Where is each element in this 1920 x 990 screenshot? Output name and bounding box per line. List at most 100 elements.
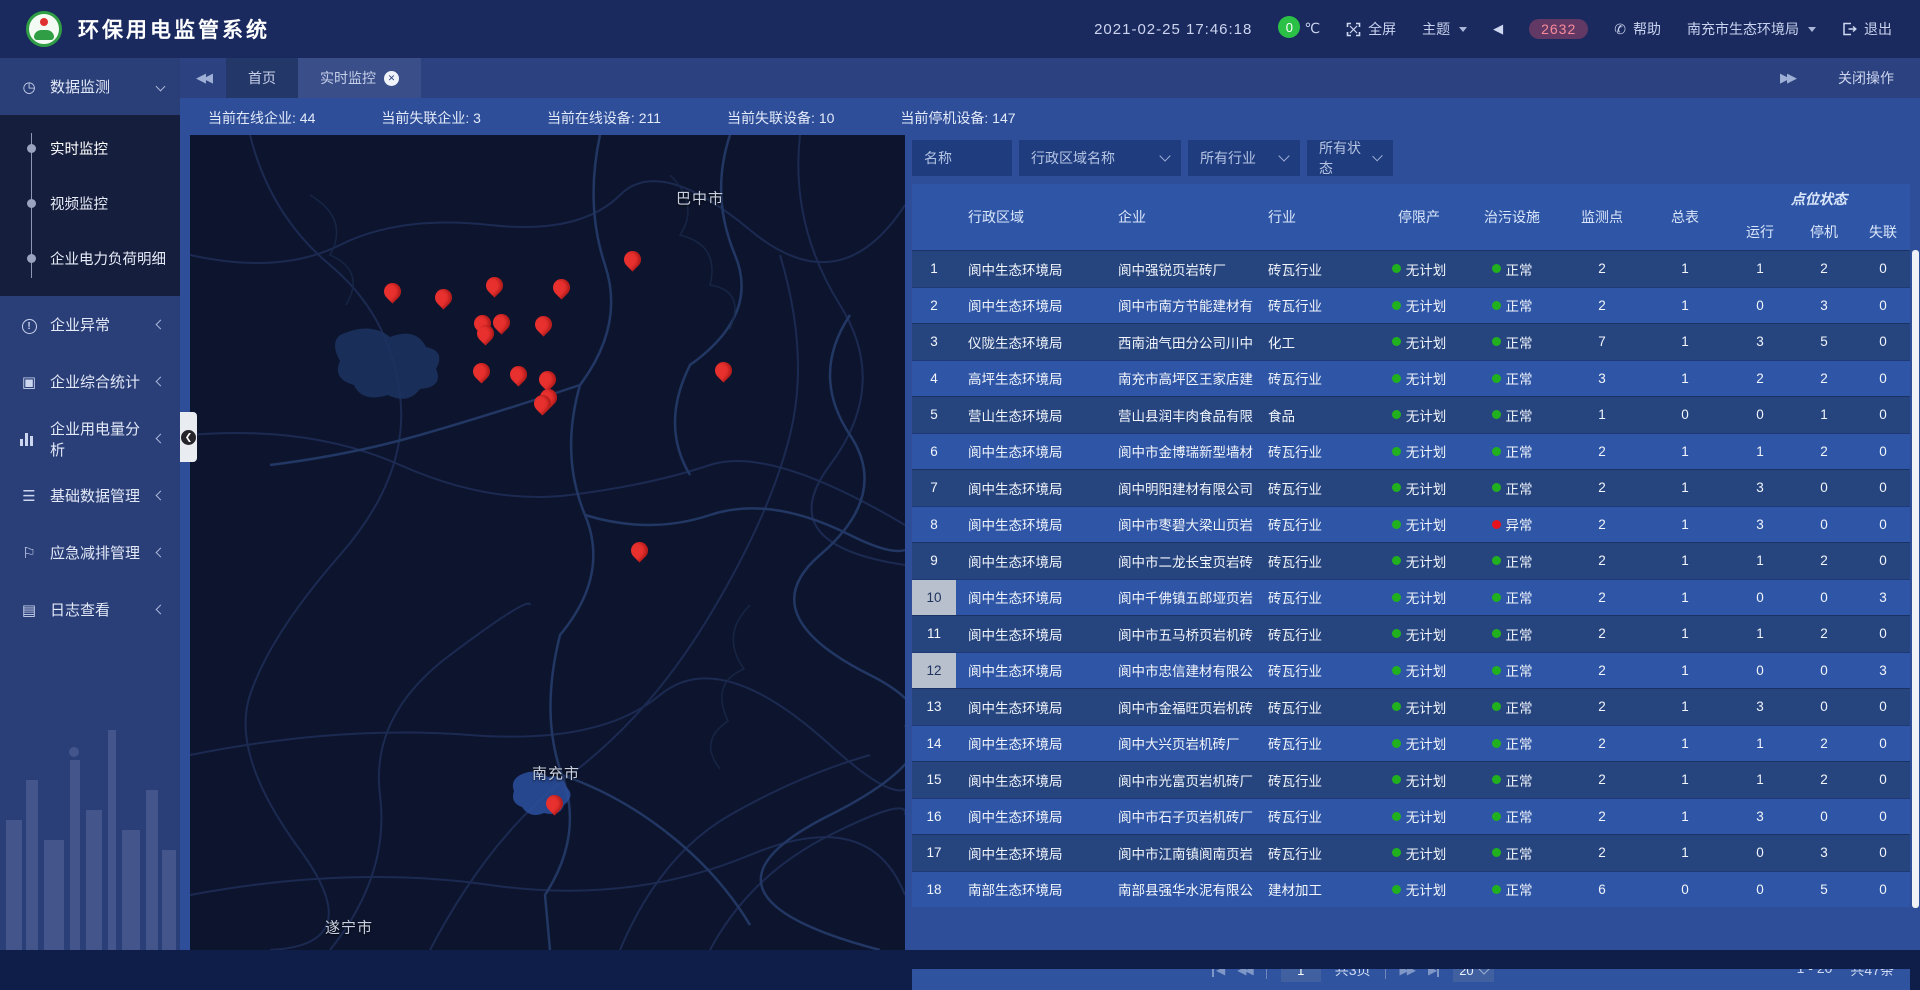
col-header-monitor[interactable]: 监测点: [1562, 184, 1642, 250]
name-filter-input[interactable]: 名称: [912, 140, 1012, 176]
table-row[interactable]: 17阆中生态环境局阆中市江南镇阆南页岩砖瓦行业无计划正常21030: [912, 834, 1910, 871]
status-dot-green: [1392, 410, 1401, 419]
table-row[interactable]: 18南部生态环境局南部县强华水泥有限公建材加工无计划正常60050: [912, 871, 1910, 908]
cell-total-meter: 1: [1642, 251, 1728, 287]
close-operations-button[interactable]: 关闭操作: [1838, 68, 1894, 88]
cell-run-count: 3: [1728, 689, 1792, 725]
mute-speaker-icon[interactable]: ◀: [1493, 21, 1503, 37]
submenu-item-视频监控[interactable]: 视频监控: [0, 176, 180, 231]
tab-实时监控[interactable]: 实时监控✕: [298, 58, 421, 98]
col-header-facility[interactable]: 治污设施: [1462, 184, 1562, 250]
sidebar-item-企业用电量分析[interactable]: 企业用电量分析: [0, 410, 180, 467]
cell-stop-status: 无计划: [1376, 726, 1462, 762]
sidebar-item-企业异常[interactable]: !企业异常: [0, 296, 180, 353]
col-header-region[interactable]: 行政区域: [956, 184, 1106, 250]
status-dot-green: [1492, 337, 1501, 346]
table-row[interactable]: 9阆中生态环境局阆中市二龙长宝页岩砖砖瓦行业无计划正常21120: [912, 542, 1910, 579]
table-row[interactable]: 7阆中生态环境局阆中明阳建材有限公司砖瓦行业无计划正常21300: [912, 469, 1910, 506]
status-filter-select[interactable]: 所有状态: [1307, 140, 1393, 176]
cell-stop-status: 无计划: [1376, 799, 1462, 835]
cell-monitor-count: 2: [1562, 799, 1642, 835]
row-number: 15: [912, 762, 956, 798]
submenu-item-实时监控[interactable]: 实时监控: [0, 121, 180, 176]
cell-monitor-count: 2: [1562, 689, 1642, 725]
col-header-industry[interactable]: 行业: [1256, 184, 1376, 250]
logout-button[interactable]: 退出: [1842, 19, 1892, 39]
theme-dropdown[interactable]: 主题: [1422, 19, 1467, 39]
cell-lost-count: 0: [1856, 689, 1910, 725]
table-row[interactable]: 12阆中生态环境局阆中市忠信建材有限公砖瓦行业无计划正常21003: [912, 652, 1910, 689]
col-header-stop[interactable]: 停限产: [1376, 184, 1462, 250]
status-dot-green: [1492, 702, 1501, 711]
stat-当前停机设备: 当前停机设备: 147: [900, 108, 1015, 128]
cell-stop-status: 无计划: [1376, 835, 1462, 871]
cell-company: 阆中市金福旺页岩机砖: [1106, 689, 1256, 725]
cell-lost-count: 0: [1856, 872, 1910, 908]
tabs-scroll-right-button[interactable]: ▶▶: [1764, 70, 1810, 86]
col-header-run[interactable]: 运行: [1728, 214, 1792, 250]
sidebar-item-日志查看[interactable]: ▤日志查看: [0, 581, 180, 638]
table-row[interactable]: 4高坪生态环境局南充市高坪区王家店建砖瓦行业无计划正常31220: [912, 360, 1910, 397]
city-label-遂宁市: 遂宁市: [325, 917, 373, 938]
cell-lost-count: 0: [1856, 762, 1910, 798]
industry-filter-select[interactable]: 所有行业: [1188, 140, 1300, 176]
col-group-point-status: 点位状态 运行 停机 失联: [1728, 184, 1910, 250]
cell-company: 南充市高坪区王家店建: [1106, 361, 1256, 397]
tab-首页[interactable]: 首页: [226, 58, 298, 98]
fullscreen-button[interactable]: 全屏: [1346, 19, 1396, 39]
notification-count-badge[interactable]: 2632: [1529, 19, 1588, 39]
table-row[interactable]: 14阆中生态环境局阆中大兴页岩机砖厂砖瓦行业无计划正常21120: [912, 725, 1910, 762]
col-header-total[interactable]: 总表: [1642, 184, 1728, 250]
help-button[interactable]: ✆ 帮助: [1614, 19, 1661, 39]
table-row[interactable]: 16阆中生态环境局阆中市石子页岩机砖厂砖瓦行业无计划正常21300: [912, 798, 1910, 835]
app-logo: [26, 11, 62, 47]
table-row[interactable]: 1阆中生态环境局阆中强锐页岩砖厂砖瓦行业无计划正常21120: [912, 250, 1910, 287]
col-header-halt[interactable]: 停机: [1792, 214, 1856, 250]
table-row[interactable]: 3仪陇生态环境局西南油气田分公司川中化工无计划正常71350: [912, 323, 1910, 360]
tabs-scroll-left-button[interactable]: ◀◀: [180, 58, 226, 98]
cell-stop-status: 无计划: [1376, 872, 1462, 908]
status-dot-green: [1492, 483, 1501, 492]
cell-industry: 砖瓦行业: [1256, 616, 1376, 652]
submenu-item-企业电力负荷明细[interactable]: 企业电力负荷明细: [0, 231, 180, 286]
cell-lost-count: 0: [1856, 470, 1910, 506]
col-header-lost[interactable]: 失联: [1856, 214, 1910, 250]
table-row[interactable]: 11阆中生态环境局阆中市五马桥页岩机砖砖瓦行业无计划正常21120: [912, 615, 1910, 652]
cell-monitor-count: 2: [1562, 543, 1642, 579]
gauge-icon: ◷: [20, 78, 38, 96]
region-filter-select[interactable]: 行政区域名称: [1019, 140, 1181, 176]
table-row[interactable]: 8阆中生态环境局阆中市枣碧大梁山页岩砖瓦行业无计划异常21300: [912, 506, 1910, 543]
table-row[interactable]: 5营山生态环境局营山县润丰肉食品有限食品无计划正常10010: [912, 396, 1910, 433]
status-dot-green: [1392, 520, 1401, 529]
table-row[interactable]: 13阆中生态环境局阆中市金福旺页岩机砖砖瓦行业无计划正常21300: [912, 688, 1910, 725]
col-header-company[interactable]: 企业: [1106, 184, 1256, 250]
cell-company: 阆中市南方节能建材有: [1106, 288, 1256, 324]
sidebar-item-应急减排管理[interactable]: ⚐应急减排管理: [0, 524, 180, 581]
sidebar-item-label: 应急减排管理: [50, 542, 145, 563]
row-number: 18: [912, 872, 956, 908]
map-panel[interactable]: 巴中市南充市遂宁市: [190, 135, 905, 950]
table-row[interactable]: 2阆中生态环境局阆中市南方节能建材有砖瓦行业无计划正常21030: [912, 287, 1910, 324]
table-row[interactable]: 15阆中生态环境局阆中市光富页岩机砖厂砖瓦行业无计划正常21120: [912, 761, 1910, 798]
cell-industry: 砖瓦行业: [1256, 689, 1376, 725]
status-dot-green: [1492, 301, 1501, 310]
tab-close-icon[interactable]: ✕: [384, 71, 399, 86]
cell-run-count: 0: [1728, 397, 1792, 433]
table-scrollbar[interactable]: [1912, 250, 1919, 908]
table-row[interactable]: 10阆中生态环境局阆中千佛镇五郎垭页岩砖瓦行业无计划正常21003: [912, 579, 1910, 616]
cell-region: 仪陇生态环境局: [956, 324, 1106, 360]
status-dot-green: [1392, 556, 1401, 565]
temperature-unit: ℃: [1304, 20, 1320, 37]
cell-stop-status: 无计划: [1376, 434, 1462, 470]
table-row[interactable]: 6阆中生态环境局阆中市金博瑞新型墙材砖瓦行业无计划正常21120: [912, 433, 1910, 470]
cell-total-meter: 1: [1642, 835, 1728, 871]
org-dropdown[interactable]: 南充市生态环境局: [1687, 19, 1816, 39]
cell-halt-count: 0: [1792, 470, 1856, 506]
status-dot-green: [1392, 483, 1401, 492]
sidebar-item-数据监测[interactable]: ◷数据监测: [0, 58, 180, 115]
cell-region: 高坪生态环境局: [956, 361, 1106, 397]
sidebar-item-企业综合统计[interactable]: ▣企业综合统计: [0, 353, 180, 410]
row-number: 13: [912, 689, 956, 725]
sidebar-collapse-handle[interactable]: ❮: [180, 412, 197, 462]
sidebar-item-基础数据管理[interactable]: ☰基础数据管理: [0, 467, 180, 524]
